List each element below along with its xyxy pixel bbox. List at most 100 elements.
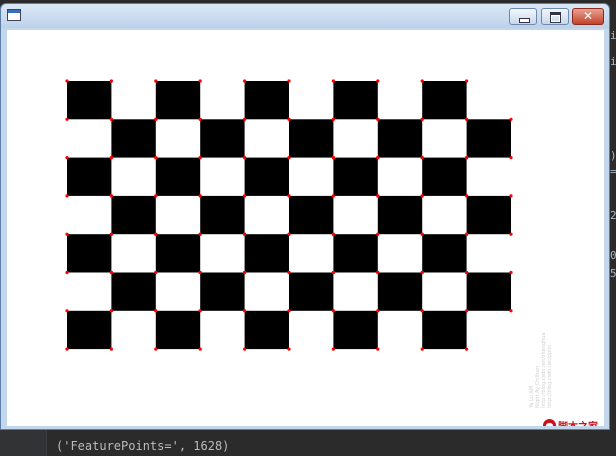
corner-point-marker: [420, 347, 424, 351]
checkerboard-square: [155, 310, 201, 350]
editor-fragment: in: [610, 55, 616, 68]
corner-point-marker: [420, 79, 424, 83]
corner-point-marker: [465, 347, 469, 351]
corner-point-marker: [154, 309, 158, 313]
corner-point-marker: [243, 232, 247, 236]
close-button[interactable]: ✕: [572, 8, 604, 25]
corner-point-marker: [376, 270, 380, 275]
corner-point-marker: [109, 309, 113, 313]
corner-point-marker: [243, 270, 247, 275]
corner-point-marker: [154, 232, 158, 236]
close-icon: ✕: [582, 9, 594, 23]
corner-point-marker: [109, 156, 113, 160]
checkerboard-square: [377, 272, 423, 311]
editor-fragment: 2: [610, 209, 616, 222]
checkerboard-square: [67, 81, 112, 120]
checkerboard-square: [289, 272, 334, 311]
site-logo: 脚本之家: [543, 418, 598, 426]
corner-point-marker: [109, 270, 113, 275]
checkerboard-square: [155, 81, 201, 120]
corner-point-marker: [65, 194, 69, 198]
corner-point-marker: [154, 117, 158, 121]
watermark-line: http://blog.csdn.net/pplin: [547, 344, 553, 408]
corner-point-marker: [509, 270, 513, 275]
corner-point-marker: [198, 156, 202, 160]
corner-point-marker: [65, 232, 69, 236]
corner-point-marker: [198, 117, 202, 121]
checkerboard-square: [377, 119, 423, 158]
corner-point-marker: [198, 270, 202, 275]
corner-point-marker: [376, 194, 380, 198]
corner-point-marker: [420, 156, 424, 160]
corner-point-marker: [65, 79, 69, 83]
minimize-button[interactable]: [509, 8, 537, 25]
checkerboard-square: [466, 119, 511, 158]
corner-point-marker: [287, 309, 291, 313]
corner-point-marker: [198, 347, 202, 351]
window-app-icon: [7, 9, 21, 21]
corner-point-marker: [331, 117, 335, 121]
editor-fragment: 0: [610, 249, 616, 262]
console-gutter: [0, 430, 47, 456]
checkerboard-square: [333, 81, 378, 120]
corner-point-marker: [198, 309, 202, 313]
checkerboard-square: [289, 119, 334, 158]
corner-point-marker: [331, 156, 335, 160]
corner-point-marker: [465, 194, 469, 198]
corner-point-marker: [420, 194, 424, 198]
corner-point-marker: [198, 79, 202, 83]
console-panel: ('FeaturePoints=', 1628): [0, 430, 616, 456]
corner-point-marker: [243, 156, 247, 160]
corner-point-marker: [109, 347, 113, 351]
checkerboard-square: [155, 157, 201, 196]
corner-point-marker: [154, 270, 158, 275]
corner-point-marker: [109, 232, 113, 236]
corner-point-marker: [65, 117, 69, 121]
checkerboard-square: [422, 157, 467, 196]
logo-text: 脚本之家: [558, 418, 598, 427]
corner-point-marker: [376, 347, 380, 351]
corner-point-marker: [331, 309, 335, 313]
corner-point-marker: [287, 117, 291, 121]
corner-point-marker: [65, 270, 69, 275]
corner-point-marker: [509, 309, 513, 313]
checkerboard-square: [67, 234, 112, 273]
checkerboard-square: [155, 234, 201, 273]
corner-point-marker: [420, 232, 424, 236]
corner-point-marker: [287, 156, 291, 160]
corner-point-marker: [509, 117, 513, 121]
corner-point-marker: [154, 79, 158, 83]
editor-fragment: =: [610, 165, 616, 178]
window-titlebar[interactable]: ✕: [1, 4, 609, 28]
corner-point-marker: [509, 156, 513, 160]
console-output-line: ('FeaturePoints=', 1628): [56, 439, 230, 453]
logo-icon: [543, 418, 556, 426]
checkerboard-square: [67, 310, 112, 350]
corner-point-marker: [331, 347, 335, 351]
image-canvas: Ya Lu AM Night Ay Chillsen http://blog.c…: [7, 30, 604, 426]
corner-point-marker: [465, 156, 469, 160]
checkerboard-square: [244, 310, 289, 350]
corner-point-marker: [465, 117, 469, 121]
maximize-button[interactable]: [541, 8, 569, 25]
corner-point-marker: [287, 79, 291, 83]
corner-point-marker: [65, 309, 69, 313]
corner-point-marker: [65, 156, 69, 160]
corner-point-marker: [243, 194, 247, 198]
corner-point-marker: [331, 232, 335, 236]
checkerboard-square: [67, 157, 112, 196]
corner-point-marker: [243, 347, 247, 351]
checkerboard-square: [111, 119, 156, 158]
corner-point-marker: [376, 117, 380, 121]
corner-point-marker: [331, 270, 335, 275]
corner-point-marker: [420, 309, 424, 313]
corner-point-marker: [243, 309, 247, 313]
faint-watermark-text: Ya Lu AM Night Ay Chillsen http://blog.c…: [529, 298, 557, 408]
corner-point-marker: [287, 232, 291, 236]
checkerboard-square: [289, 195, 334, 235]
checkerboard-square: [377, 195, 423, 235]
corner-point-marker: [465, 232, 469, 236]
checkerboard-image: [65, 79, 513, 351]
checkerboard-square: [244, 234, 289, 273]
checkerboard-square: [466, 272, 511, 311]
